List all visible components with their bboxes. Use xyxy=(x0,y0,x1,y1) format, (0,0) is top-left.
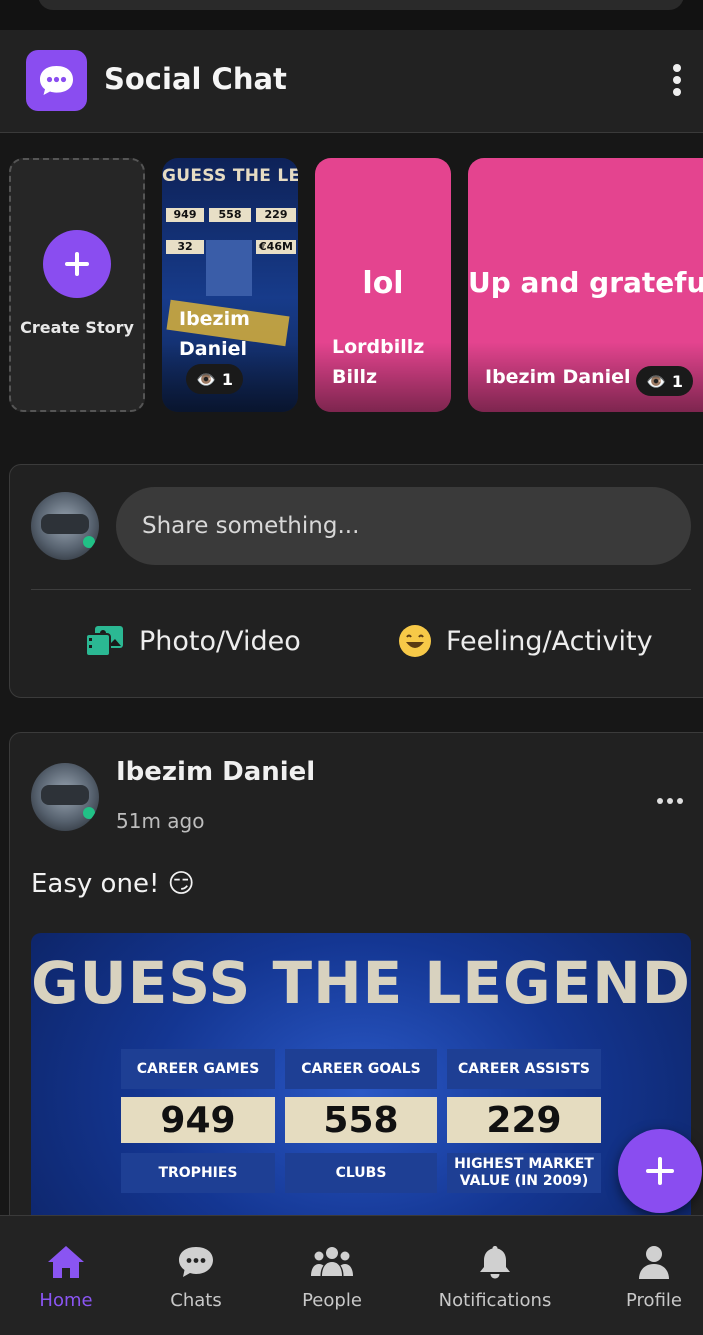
stories-row: Create Story GUESS THE LEGEND 949 558 22… xyxy=(0,158,703,414)
post-composer: Photo/Video Feeling/Activity xyxy=(9,464,703,698)
post-image-title: GUESS THE LEGEND xyxy=(31,949,691,1017)
post-author-avatar[interactable] xyxy=(31,763,99,831)
post-image-header: CLUBS xyxy=(285,1153,437,1193)
story-text: Up and grateful xyxy=(468,266,703,299)
create-story-label: Create Story xyxy=(20,318,134,337)
app-header: Social Chat xyxy=(0,30,703,133)
chat-bubble-icon xyxy=(179,1247,213,1277)
post-image-header-text: CAREER GOALS xyxy=(301,1060,421,1077)
plus-icon xyxy=(65,252,89,276)
plus-icon xyxy=(646,1157,674,1185)
avatar-car-shape xyxy=(41,785,89,805)
post-image-header: CAREER GAMES xyxy=(121,1049,275,1089)
add-post-fab[interactable] xyxy=(618,1129,702,1213)
post-image-header: CAREER GOALS xyxy=(285,1049,437,1089)
online-indicator xyxy=(83,807,95,819)
bell-icon xyxy=(480,1246,510,1279)
photo-video-icon xyxy=(85,626,123,657)
nav-label: Profile xyxy=(626,1290,682,1311)
story-image-value: 32 xyxy=(166,240,204,254)
post-image-header-text: CAREER GAMES xyxy=(136,1060,260,1077)
nav-item-notifications[interactable]: Notifications xyxy=(438,1244,552,1314)
eye-icon: 👁️ xyxy=(646,371,666,391)
story-image-title: GUESS THE LEGEND xyxy=(162,166,298,186)
nav-label: People xyxy=(302,1290,362,1311)
share-input[interactable] xyxy=(116,487,691,565)
nav-item-people[interactable]: People xyxy=(296,1244,368,1314)
create-story-card[interactable]: Create Story xyxy=(9,158,145,412)
post-image-header-text: TROPHIES xyxy=(158,1164,238,1181)
post-image-header-text: CAREER ASSISTS xyxy=(458,1060,590,1077)
avatar-car-shape xyxy=(41,514,89,534)
view-count: 1 xyxy=(221,369,234,389)
post-timestamp: 51m ago xyxy=(116,809,205,833)
online-indicator xyxy=(83,536,95,548)
post-image-header: TROPHIES xyxy=(121,1153,275,1193)
post-image-value: 949 xyxy=(121,1097,275,1143)
feeling-activity-label: Feeling/Activity xyxy=(446,625,653,657)
post-author-name[interactable]: Ibezim Daniel xyxy=(116,757,315,787)
post-image-header-text: HIGHEST MARKET VALUE (IN 2009) xyxy=(454,1156,594,1189)
view-count: 1 xyxy=(671,371,684,391)
story-views-badge: 👁️ 1 xyxy=(636,366,694,396)
home-icon xyxy=(48,1246,84,1278)
app-title: Social Chat xyxy=(104,62,287,96)
story-image-value: 558 xyxy=(209,208,251,222)
nav-item-chats[interactable]: Chats xyxy=(166,1244,226,1314)
photo-video-label: Photo/Video xyxy=(139,625,301,657)
eye-icon: 👁️ xyxy=(196,369,216,389)
story-image-value: 229 xyxy=(256,208,296,222)
photo-video-button[interactable]: Photo/Video xyxy=(85,621,301,661)
top-strip xyxy=(0,0,703,30)
avatar[interactable] xyxy=(31,492,99,560)
post-image-header: CAREER ASSISTS xyxy=(447,1049,601,1089)
nav-label: Chats xyxy=(170,1290,222,1311)
nav-label: Home xyxy=(39,1290,93,1311)
story-author: Lordbillz Billz xyxy=(332,336,425,388)
story-author: Ibezim Daniel xyxy=(179,308,250,360)
add-story-button[interactable] xyxy=(43,230,111,298)
more-options-icon[interactable] xyxy=(664,62,690,98)
story-card[interactable]: GUESS THE LEGEND 949 558 229 32 €46M Ibe… xyxy=(162,158,298,412)
post-image-header-text: CLUBS xyxy=(335,1164,387,1181)
story-image-value: 949 xyxy=(166,208,204,222)
nav-item-profile[interactable]: Profile xyxy=(622,1244,686,1314)
post-text: Easy one! 😏 xyxy=(31,869,195,899)
bottom-navigation: Home Chats People Notifications Profile xyxy=(0,1215,703,1335)
chat-logo-icon xyxy=(26,50,87,111)
clubs-grid xyxy=(206,240,252,296)
nav-item-home[interactable]: Home xyxy=(36,1244,96,1314)
post-image-header: HIGHEST MARKET VALUE (IN 2009) xyxy=(447,1153,601,1193)
search-bar-remnant[interactable] xyxy=(38,0,684,10)
post-image-value: 558 xyxy=(285,1097,437,1143)
smiley-icon xyxy=(399,625,431,657)
story-text: lol xyxy=(362,266,404,301)
story-image-value: €46M xyxy=(256,240,296,254)
nav-label: Notifications xyxy=(438,1290,552,1311)
post-more-options-icon[interactable] xyxy=(656,791,684,804)
feeling-activity-button[interactable]: Feeling/Activity xyxy=(398,621,653,661)
user-icon xyxy=(639,1246,669,1279)
story-card[interactable]: Up and grateful Ibezim Daniel 👁️ 1 xyxy=(468,158,703,412)
story-card[interactable]: lol Lordbillz Billz xyxy=(315,158,451,412)
story-views-badge: 👁️ 1 xyxy=(186,364,244,394)
story-author: Ibezim Daniel xyxy=(485,366,631,388)
people-icon xyxy=(311,1247,353,1276)
post-image-value: 229 xyxy=(447,1097,601,1143)
divider xyxy=(31,589,691,590)
